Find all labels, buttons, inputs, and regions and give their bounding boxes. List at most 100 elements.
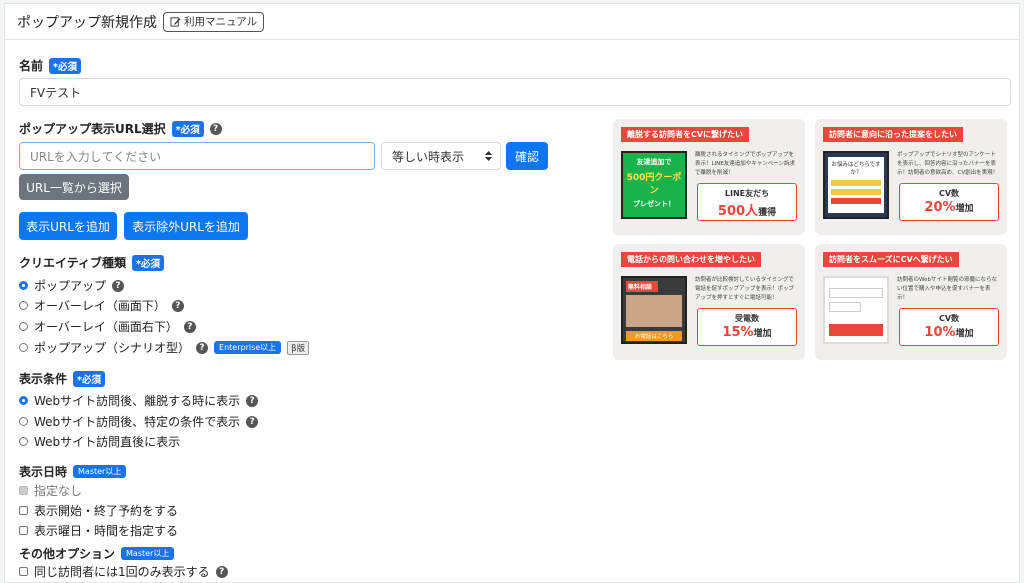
required-badge: *必須: [132, 254, 165, 271]
case-card-headline: 離脱する訪問者をCVに繋げたい: [621, 127, 750, 142]
option-label: 表示開始・終了予約をする: [34, 504, 179, 518]
case-card-headline: 電話からの問い合わせを増やしたい: [621, 252, 761, 267]
result-metric: CV数: [938, 314, 960, 323]
result-suffix: 増加: [955, 329, 974, 339]
result-value: 20%: [924, 200, 956, 215]
thumb-text: 500円クーポン: [626, 173, 682, 196]
question-circle-icon[interactable]: ?: [215, 565, 228, 578]
thumb-text: 友達追加で: [636, 158, 672, 166]
name-label-text: 名前: [19, 59, 44, 73]
case-card-headline: 訪問者をスムーズにCVへ繋げたい: [823, 252, 959, 267]
option-label: Webサイト訪問直後に表示: [34, 435, 181, 449]
add-display-url-button[interactable]: 表示URLを追加: [19, 212, 117, 240]
radio-button[interactable]: [19, 301, 28, 310]
question-circle-icon[interactable]: ?: [196, 341, 209, 354]
question-circle-icon[interactable]: ?: [171, 299, 184, 312]
case-card-result: 受電数 15%増加: [697, 308, 797, 346]
name-input-value: FVテスト: [30, 85, 82, 100]
radio-button[interactable]: [19, 437, 28, 446]
question-circle-icon[interactable]: ?: [183, 320, 196, 333]
result-metric: LINE友だち: [724, 189, 770, 198]
plan-badge: Enterprise以上: [214, 341, 282, 354]
plan-badge: Master以上: [73, 465, 127, 478]
result-metric: 受電数: [735, 314, 759, 323]
thumb-text: お電話はこちら: [626, 331, 682, 341]
case-card-description: ポップアップでシナリオ型のアンケートを表示し、回答内容に沿ったバナーを表示！訪問…: [897, 152, 999, 176]
radio-button[interactable]: [19, 417, 28, 426]
case-card-result: CV数 20%増加: [899, 183, 999, 221]
case-card-description: 訪問者のWebサイト閲覧の邪魔にならない位置で購入や申込を促すバナーを表示！: [897, 277, 997, 301]
option-label: ポップアップ: [34, 279, 107, 293]
url-match-select[interactable]: 等しい時表示: [381, 142, 501, 170]
datetime-option-weekday[interactable]: 表示曜日・時間を指定する: [19, 522, 178, 539]
name-input[interactable]: FVテスト: [19, 78, 1011, 106]
creative-option-overlay-bottom[interactable]: オーバーレイ（画面下） ?: [19, 297, 184, 314]
option-label: Webサイト訪問後、特定の条件で表示: [34, 415, 241, 429]
result-value: 10%: [924, 325, 956, 340]
question-circle-icon[interactable]: ?: [246, 394, 259, 407]
other-option-once[interactable]: 同じ訪問者には1回のみ表示する ?: [19, 563, 228, 580]
edit-icon: [170, 17, 181, 27]
condition-label-text: 表示条件: [19, 372, 68, 386]
page-header: ポップアップ新規作成 利用マニュアル: [5, 4, 1019, 40]
case-card-thumbnail: [823, 276, 889, 344]
other-options-label: その他オプション Master以上: [19, 545, 175, 562]
case-card-result: CV数 10%増加: [899, 308, 999, 346]
url-label-text: ポップアップ表示URL選択: [19, 122, 166, 136]
manual-button-label: 利用マニュアル: [184, 16, 258, 28]
datetime-label: 表示日時 Master以上: [19, 463, 127, 480]
popup-create-page: ポップアップ新規作成 利用マニュアル 名前 *必須 FVテスト ポップアップ表示…: [4, 3, 1020, 583]
question-circle-icon[interactable]: ?: [112, 279, 125, 292]
required-badge: *必須: [171, 120, 204, 137]
result-metric: CV数: [938, 189, 960, 198]
url-input-placeholder: URLを入力してください: [30, 149, 162, 164]
checkbox[interactable]: [19, 526, 28, 535]
condition-option-exit[interactable]: Webサイト訪問後、離脱する時に表示 ?: [19, 392, 259, 409]
sort-caret-icon: [485, 151, 492, 161]
creative-type-label: クリエイティブ種類 *必須: [19, 254, 165, 271]
condition-option-immediate[interactable]: Webサイト訪問直後に表示: [19, 433, 180, 450]
url-input[interactable]: URLを入力してください: [19, 142, 375, 170]
option-label: 表示曜日・時間を指定する: [34, 524, 179, 538]
case-card-thumbnail: お悩みはどちらですか？: [823, 151, 889, 219]
required-badge: *必須: [49, 57, 81, 74]
case-card-result: LINE友だち 500人獲得: [697, 183, 797, 221]
url-list-select-button[interactable]: URL一覧から選択: [19, 174, 129, 200]
datetime-option-schedule[interactable]: 表示開始・終了予約をする: [19, 502, 178, 519]
name-label: 名前 *必須: [19, 57, 81, 74]
result-value: 15%: [722, 325, 754, 340]
plan-badge: Master以上: [121, 547, 175, 560]
radio-button[interactable]: [19, 343, 28, 352]
page-title: ポップアップ新規作成: [17, 14, 157, 31]
checkbox: [19, 486, 28, 495]
case-card-thumbnail: 友達追加で 500円クーポン プレゼント！: [621, 151, 687, 219]
condition-option-specific[interactable]: Webサイト訪問後、特定の条件で表示 ?: [19, 413, 259, 430]
question-circle-icon[interactable]: ?: [209, 122, 222, 135]
radio-button[interactable]: [19, 281, 28, 290]
creative-option-overlay-bottom-right[interactable]: オーバーレイ（画面右下） ?: [19, 318, 196, 335]
datetime-label-text: 表示日時: [19, 465, 68, 479]
thumb-text: お悩みはどちらですか？: [831, 162, 881, 176]
checkbox[interactable]: [19, 567, 28, 576]
case-card: 離脱する訪問者をCVに繋げたい 友達追加で 500円クーポン プレゼント！ 離脱…: [613, 119, 805, 235]
radio-button[interactable]: [19, 322, 28, 331]
add-exclude-url-button[interactable]: 表示除外URLを追加: [124, 212, 248, 240]
required-badge: *必須: [73, 370, 105, 387]
option-label: 同じ訪問者には1回のみ表示する: [34, 565, 210, 579]
manual-button[interactable]: 利用マニュアル: [163, 11, 265, 32]
other-options-label-text: その他オプション: [19, 547, 116, 561]
datetime-option-none: 指定なし: [19, 482, 82, 499]
case-card-description: 訪問者が比較検討しているタイミングで電話を促すポップアップを表示！ポップアップを…: [695, 277, 795, 301]
option-label: オーバーレイ（画面下）: [34, 299, 166, 313]
url-label: ポップアップ表示URL選択 *必須 ?: [19, 120, 222, 137]
creative-option-popup[interactable]: ポップアップ ?: [19, 277, 125, 294]
condition-label: 表示条件 *必須: [19, 370, 105, 387]
creative-option-scenario-popup[interactable]: ポップアップ（シナリオ型） ? Enterprise以上 β版: [19, 339, 310, 356]
checkbox[interactable]: [19, 506, 28, 515]
confirm-button[interactable]: 確認: [506, 142, 548, 170]
thumb-text: プレゼント！: [633, 200, 675, 208]
radio-button[interactable]: [19, 396, 28, 405]
case-card: 訪問者に意向に沿った提案をしたい お悩みはどちらですか？ ポップアップでシナリオ…: [815, 119, 1007, 235]
question-circle-icon[interactable]: ?: [246, 415, 259, 428]
beta-badge: β版: [287, 340, 310, 355]
